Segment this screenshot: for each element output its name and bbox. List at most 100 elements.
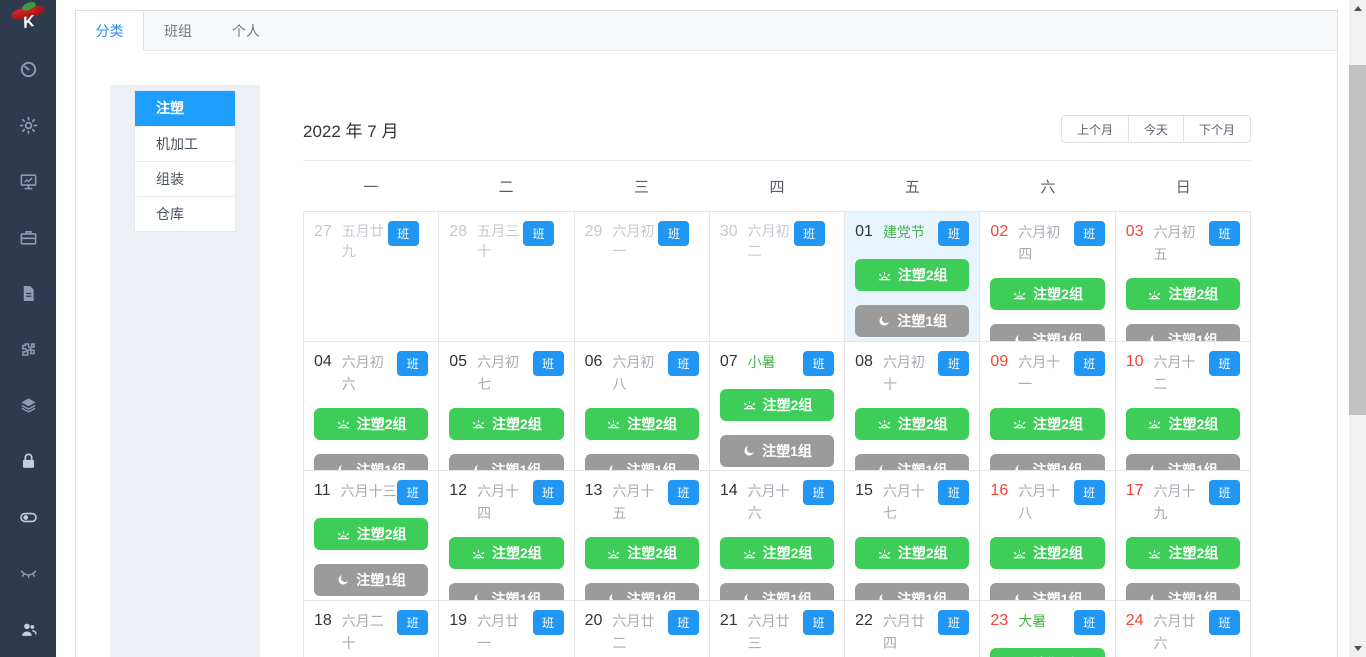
page-scrollbar[interactable] [1349,0,1366,657]
shift-badge[interactable]: 班 [532,480,564,505]
shift-badge[interactable]: 班 [397,609,429,635]
calendar-day-cell[interactable]: 05 六月初七 班 注塑2组 注塑1组 [439,341,575,471]
tab-personal[interactable]: 个人 [212,11,280,50]
puzzle-icon[interactable] [0,321,56,377]
shift-badge[interactable]: 班 [667,350,699,376]
day-shift-button[interactable]: 注塑2组 [855,407,970,440]
eye-closed-icon[interactable] [0,545,56,601]
menu-item-warehouse[interactable]: 仓库 [135,196,235,231]
shift-badge[interactable]: 班 [667,480,699,505]
calendar-day-cell[interactable]: 18 六月二十 班 注塑2组 注塑1组 [304,600,440,657]
night-shift-button[interactable]: 注塑1组 [990,324,1105,341]
calendar-day-cell[interactable]: 17 六月十九 班 注塑2组 注塑1组 [1115,471,1251,601]
calendar-day-cell[interactable]: 21 六月廿三 班 注塑2组 注塑1组 [709,600,846,657]
night-shift-button[interactable]: 注塑1组 [449,583,564,600]
users-icon[interactable] [0,601,56,657]
scroll-up-arrow-icon[interactable] [1349,0,1366,17]
night-shift-button[interactable]: 注塑1组 [314,453,429,471]
calendar-day-cell[interactable]: 02 六月初四 班 注塑2组 注塑1组 [980,212,1116,342]
shift-badge[interactable]: 班 [1073,350,1105,376]
night-shift-button[interactable]: 注塑1组 [1125,324,1240,341]
day-shift-button[interactable]: 注塑2组 [855,537,970,569]
calendar-day-cell[interactable]: 07 小暑 班 注塑2组 注塑1组 [709,341,846,471]
dashboard-icon[interactable] [0,41,56,97]
monitor-chart-icon[interactable] [0,153,56,209]
night-shift-button[interactable]: 注塑1组 [314,564,429,596]
night-shift-button[interactable]: 注塑1组 [584,453,699,471]
calendar-day-cell[interactable]: 30 六月初二 班 [709,212,846,342]
next-month-button[interactable]: 下个月 [1182,115,1251,143]
day-shift-button[interactable]: 注塑2组 [855,259,970,291]
calendar-day-cell[interactable]: 16 六月十八 班 注塑2组 注塑1组 [980,471,1116,601]
day-shift-button[interactable]: 注塑2组 [990,407,1105,440]
shift-badge[interactable]: 班 [1073,480,1105,505]
shift-badge[interactable]: 班 [1209,350,1240,376]
layers-icon[interactable] [0,377,56,433]
day-shift-button[interactable]: 注塑2组 [1125,537,1240,569]
shift-badge[interactable]: 班 [1073,221,1105,246]
shift-badge[interactable]: 班 [1209,480,1240,505]
briefcase-icon[interactable] [0,209,56,265]
day-shift-button[interactable]: 注塑2组 [449,407,564,440]
calendar-day-cell[interactable]: 13 六月十五 班 注塑2组 注塑1组 [574,471,710,601]
calendar-day-cell[interactable]: 04 六月初六 班 注塑2组 注塑1组 [304,341,440,471]
day-shift-button[interactable]: 注塑2组 [719,388,835,421]
shift-badge[interactable]: 班 [803,350,835,376]
shift-badge[interactable]: 班 [658,221,690,246]
calendar-day-cell[interactable]: 15 六月十七 班 注塑2组 注塑1组 [845,471,981,601]
day-shift-button[interactable]: 注塑2组 [1125,407,1240,440]
day-shift-button[interactable]: 注塑2组 [990,537,1105,569]
calendar-day-cell[interactable]: 29 六月初一 班 [574,212,710,342]
day-shift-button[interactable]: 注塑2组 [1125,278,1240,310]
calendar-day-cell[interactable]: 12 六月十四 班 注塑2组 注塑1组 [439,471,575,601]
calendar-day-cell[interactable]: 06 六月初八 班 注塑2组 注塑1组 [574,341,710,471]
calendar-day-cell[interactable]: 08 六月初十 班 注塑2组 注塑1组 [845,341,981,471]
day-shift-button[interactable]: 注塑2组 [314,518,429,550]
day-shift-button[interactable]: 注塑2组 [719,537,835,569]
shift-badge[interactable]: 班 [532,609,564,635]
menu-item-assembly[interactable]: 组装 [135,161,235,196]
night-shift-button[interactable]: 注塑1组 [855,583,970,600]
night-shift-button[interactable]: 注塑1组 [855,305,970,337]
night-shift-button[interactable]: 注塑1组 [584,583,699,600]
night-shift-button[interactable]: 注塑1组 [990,453,1105,471]
shift-badge[interactable]: 班 [1209,609,1240,635]
calendar-day-cell[interactable]: 11 六月十三 班 注塑2组 注塑1组 [304,471,440,601]
shift-badge[interactable]: 班 [938,480,970,505]
toggle-icon[interactable] [0,489,56,545]
app-logo[interactable]: K [10,3,46,32]
shift-badge[interactable]: 班 [523,221,555,246]
menu-item-injection-molding[interactable]: 注塑 [135,91,235,126]
settings-gear-icon[interactable] [0,97,56,153]
day-shift-button[interactable]: 注塑2组 [990,278,1105,310]
lock-icon[interactable] [0,433,56,489]
today-button[interactable]: 今天 [1127,115,1184,143]
day-shift-button[interactable]: 注塑2组 [584,537,699,569]
shift-badge[interactable]: 班 [397,480,429,505]
shift-badge[interactable]: 班 [1073,609,1105,635]
menu-item-machining[interactable]: 机加工 [135,126,235,161]
shift-badge[interactable]: 班 [793,221,825,246]
day-shift-button[interactable]: 注塑2组 [449,537,564,569]
calendar-day-cell[interactable]: 19 六月廿一 班 注塑2组 注塑1组 [439,600,575,657]
shift-badge[interactable]: 班 [667,609,699,635]
calendar-day-cell[interactable]: 09 六月十一 班 注塑2组 注塑1组 [980,341,1116,471]
calendar-day-cell[interactable]: 28 五月三十 班 [439,212,575,342]
tab-category[interactable]: 分类 [76,11,144,51]
calendar-day-cell[interactable]: 10 六月十二 班 注塑2组 注塑1组 [1115,341,1251,471]
calendar-day-cell[interactable]: 24 六月廿六 班 注塑2组 注塑1组 [1115,600,1251,657]
calendar-day-cell[interactable]: 01 建党节 班 注塑2组 注塑1组 [845,212,981,342]
calendar-day-cell[interactable]: 20 六月廿二 班 注塑2组 注塑1组 [574,600,710,657]
shift-badge[interactable]: 班 [397,350,429,376]
shift-badge[interactable]: 班 [387,221,419,246]
night-shift-button[interactable]: 注塑1组 [719,583,835,600]
calendar-day-cell[interactable]: 14 六月十六 班 注塑2组 注塑1组 [709,471,846,601]
night-shift-button[interactable]: 注塑1组 [1125,453,1240,471]
calendar-day-cell[interactable]: 03 六月初五 班 注塑2组 注塑1组 [1115,212,1251,342]
shift-badge[interactable]: 班 [1209,221,1240,246]
scrollbar-thumb[interactable] [1349,65,1366,415]
night-shift-button[interactable]: 注塑1组 [1125,583,1240,600]
shift-badge[interactable]: 班 [532,350,564,376]
shift-badge[interactable]: 班 [938,609,970,635]
scroll-down-arrow-icon[interactable] [1349,640,1366,657]
